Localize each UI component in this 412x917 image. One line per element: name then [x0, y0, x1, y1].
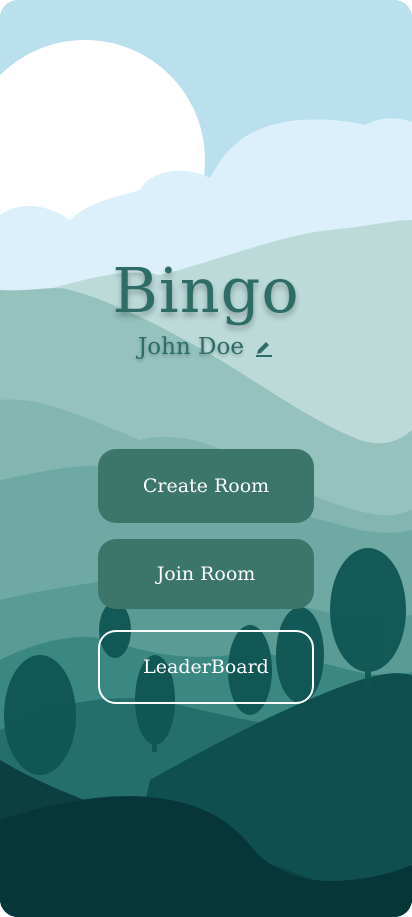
app-title: Bingo	[112, 254, 300, 327]
leaderboard-button[interactable]: LeaderBoard	[98, 630, 314, 704]
home-screen: Bingo John Doe Create Room Join Room Lea…	[0, 0, 412, 917]
join-room-button[interactable]: Join Room	[98, 539, 314, 609]
create-room-button[interactable]: Create Room	[98, 449, 314, 523]
user-row: John Doe	[0, 334, 412, 360]
pencil-icon[interactable]	[254, 337, 274, 357]
username-label: John Doe	[138, 334, 244, 360]
